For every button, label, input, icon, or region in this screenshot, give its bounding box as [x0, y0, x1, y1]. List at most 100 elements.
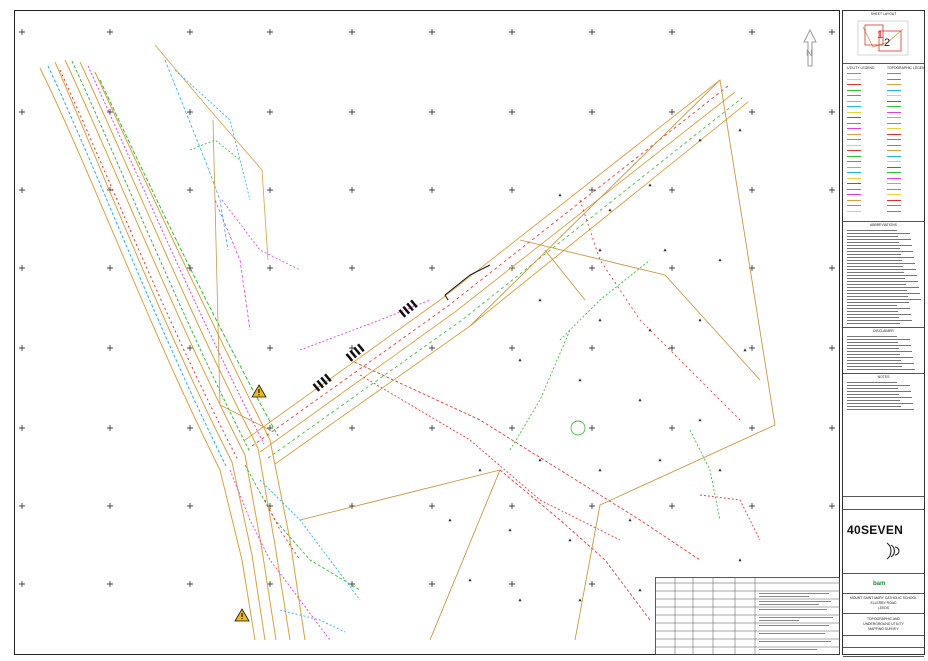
text-line [847, 400, 900, 401]
grid-cross-icon [509, 29, 515, 35]
text-line [847, 287, 919, 288]
text-line [847, 296, 908, 297]
legend-line-sample [887, 177, 901, 179]
spot-level-marker [663, 248, 667, 252]
legend-line-sample [887, 73, 901, 74]
text-line [847, 391, 911, 392]
grid-cross-icon [107, 503, 113, 509]
legend-line-sample [847, 144, 861, 146]
spot-level-marker [598, 318, 602, 322]
spot-level-marker [478, 468, 482, 472]
spot-level-marker [608, 208, 612, 212]
spot-levels [448, 128, 747, 602]
grid-cross-icon [349, 187, 355, 193]
grid-cross-icon [669, 425, 675, 431]
warning-triangle-icon [234, 608, 250, 622]
grid-cross-icon [429, 265, 435, 271]
grid-cross-icon [107, 345, 113, 351]
divider [843, 635, 924, 636]
text-line [847, 388, 898, 389]
legend-line-sample [887, 161, 901, 162]
legend-line-sample [847, 133, 861, 135]
topographic-legend-heading: TOPOGRAPHIC LEGEND [887, 66, 925, 70]
legend-line-sample [887, 150, 901, 151]
grid-cross-icon [187, 187, 193, 193]
legend-line-sample [847, 183, 861, 184]
legend-line-sample [847, 128, 861, 129]
spot-level-marker [538, 458, 542, 462]
text-line [847, 382, 897, 383]
spot-level-marker [738, 128, 742, 132]
legend-line-sample [887, 95, 901, 96]
legend-line-sample [847, 111, 861, 113]
grid-cross-icon [267, 265, 273, 271]
spot-level-marker [558, 193, 562, 197]
text-line [847, 357, 913, 358]
spot-level-marker [568, 538, 572, 542]
spot-level-marker [518, 358, 522, 362]
survey-plan: N [19, 28, 835, 641]
divider [843, 509, 924, 510]
legend-line-sample [887, 117, 901, 118]
legend-line-sample [847, 78, 861, 80]
text-line [847, 363, 914, 364]
legend-line-sample [887, 111, 901, 113]
legend-line-sample [887, 78, 901, 80]
divider [843, 613, 924, 614]
grid-cross-icon [19, 503, 25, 509]
text-line [847, 311, 898, 312]
spot-level-marker [718, 468, 722, 472]
legend-line-sample [887, 199, 901, 201]
abbreviations-heading: ABBREVIATIONS [869, 223, 898, 227]
text-line [847, 266, 903, 267]
legend-line-sample [887, 89, 901, 91]
grid-cross-icon [429, 345, 435, 351]
legend-line-sample [887, 84, 901, 85]
legend-line-sample [847, 205, 861, 206]
grid-cross-icon [509, 581, 515, 587]
grid-cross-icon [749, 503, 755, 509]
legend-line-sample [847, 73, 861, 74]
warning-triangle-icon [251, 384, 267, 398]
notes-heading: NOTES [877, 375, 890, 379]
grid-cross-icon [187, 581, 193, 587]
grid-cross-icon [749, 425, 755, 431]
grid-cross-icon [829, 187, 835, 193]
spot-level-marker [738, 558, 742, 562]
text-line [847, 342, 898, 343]
text-line [847, 366, 902, 367]
text-line [847, 245, 912, 246]
legend-line-sample [847, 89, 861, 91]
text-line [847, 290, 907, 291]
field-boundary [299, 79, 776, 641]
legend-line-sample [847, 194, 861, 195]
spot-level-marker [578, 598, 582, 602]
grid-cross-icon [19, 109, 25, 115]
grid-cross-icon [429, 187, 435, 193]
grid-cross-icon [589, 29, 595, 35]
grid-cross-icon [19, 581, 25, 587]
project-line-2: ELLERBY ROAD [870, 601, 897, 605]
spot-level-marker [648, 183, 652, 187]
grid-cross-icon [829, 29, 835, 35]
text-line [847, 281, 918, 282]
grid-cross-icon [589, 345, 595, 351]
building-lines [444, 264, 491, 301]
text-line [847, 278, 905, 279]
grid-cross-icon [349, 425, 355, 431]
grid-cross-icon [829, 109, 835, 115]
spot-level-marker [578, 378, 582, 382]
divider [843, 373, 924, 374]
legend-line-sample [847, 177, 861, 179]
divider [843, 593, 924, 594]
legend-line-sample [847, 172, 861, 173]
survey-sheet: N SHEET LAYOUT 1 2 UTILITY LEGEND TOPOGR… [0, 0, 928, 661]
grid-cross-icon [107, 425, 113, 431]
text-line [847, 293, 920, 294]
text-line [847, 385, 910, 386]
drawing-title-line-3: MAPPING SURVEY [868, 627, 899, 631]
revision-table [655, 577, 840, 655]
text-line [847, 305, 897, 306]
legend-line-sample [887, 139, 901, 140]
text-line [847, 269, 916, 270]
